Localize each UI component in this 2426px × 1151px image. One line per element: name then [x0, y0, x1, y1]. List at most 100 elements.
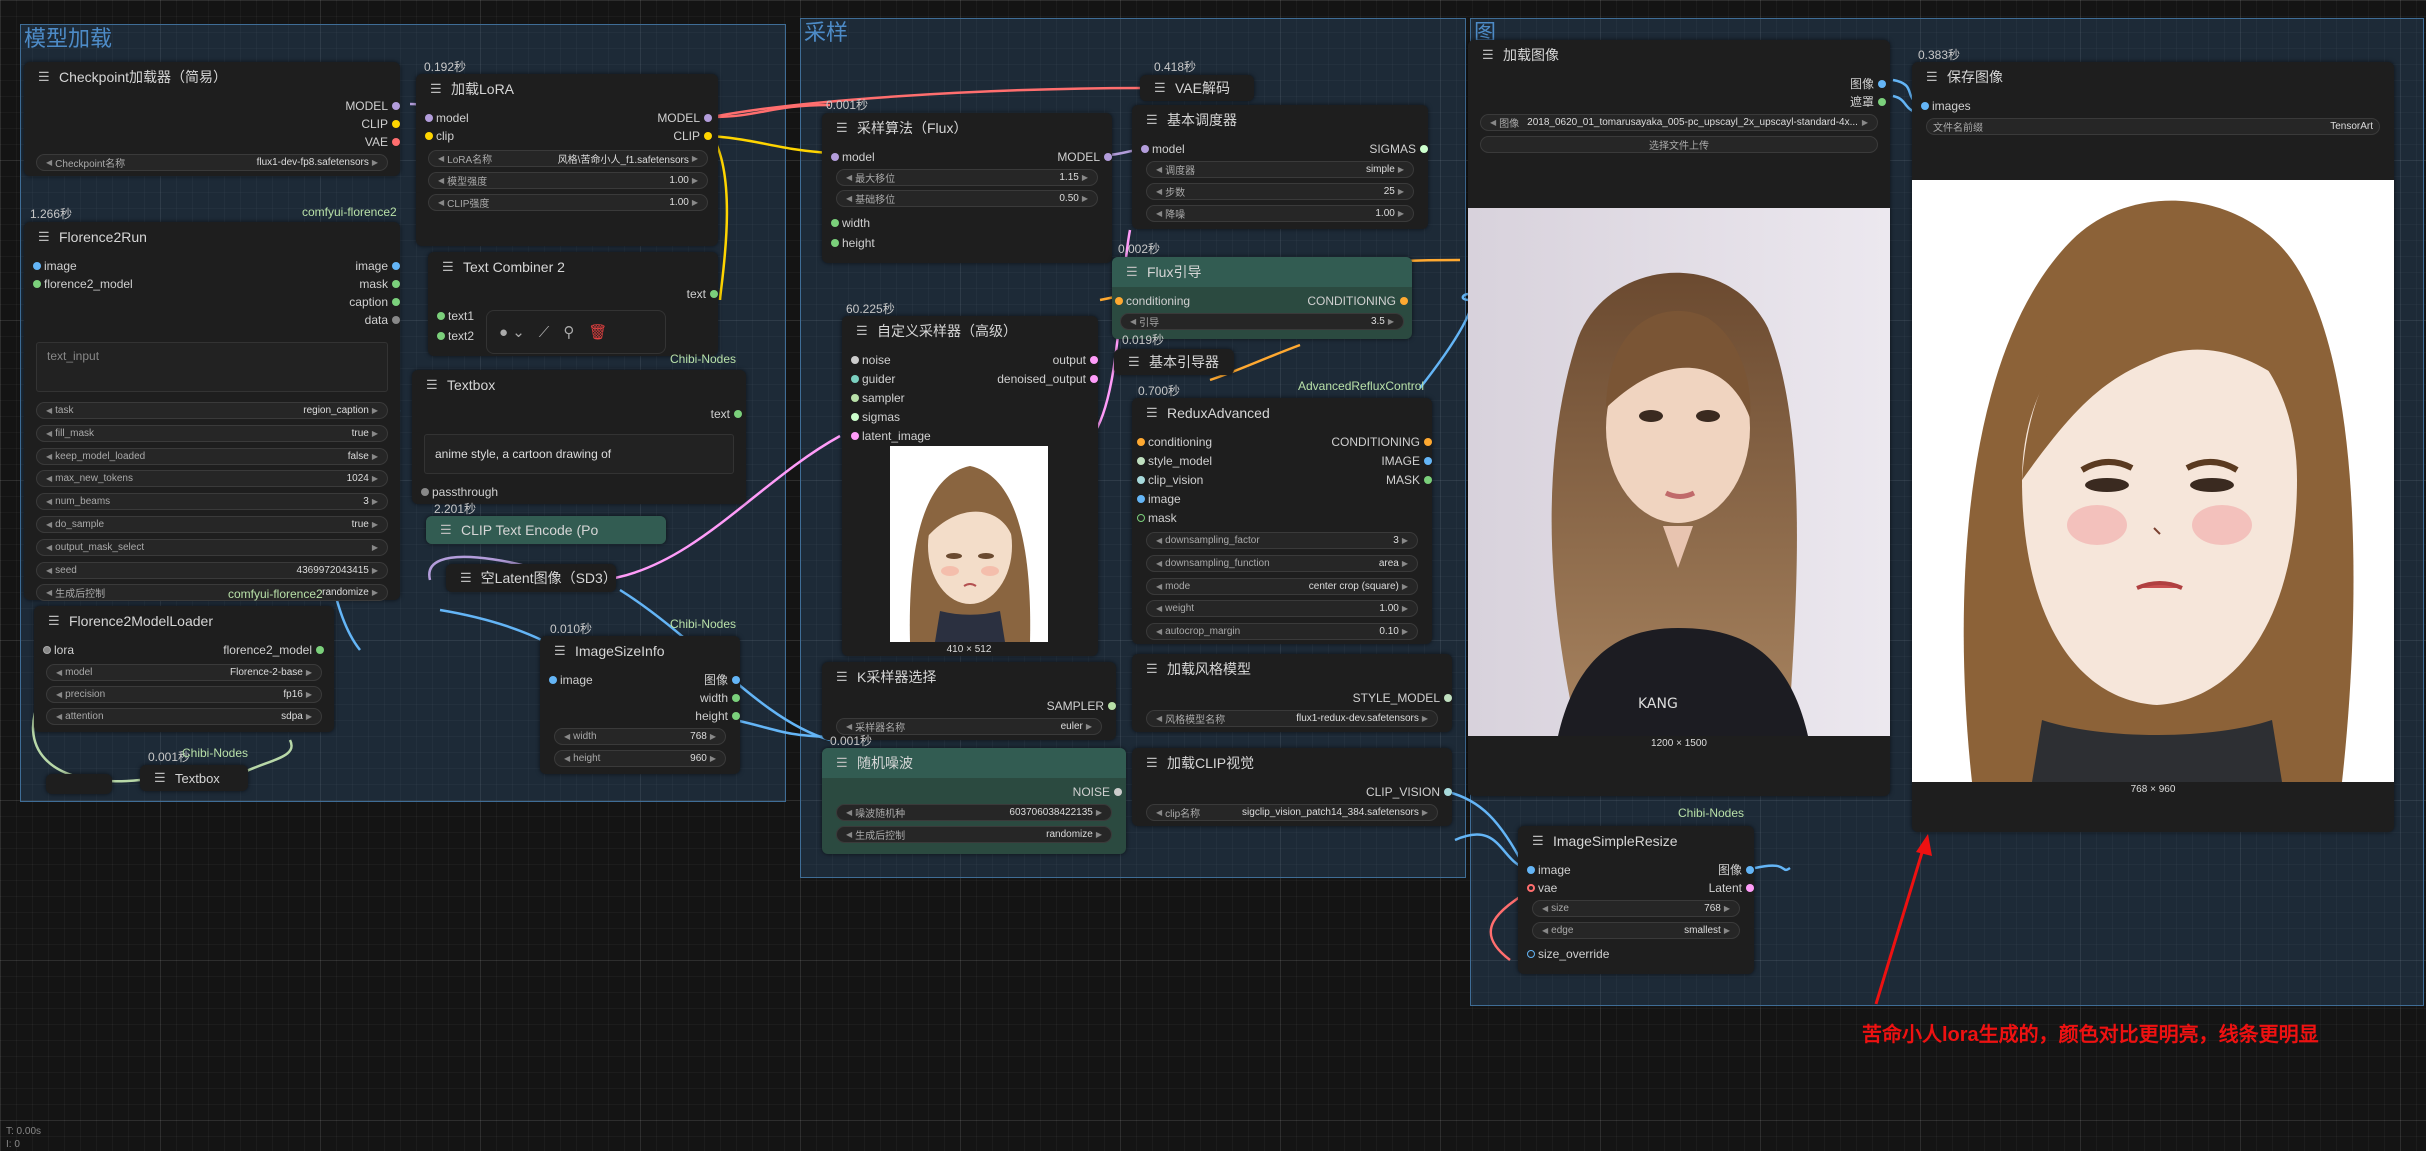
menu-icon[interactable]: ☰: [836, 120, 848, 136]
arrow-right-icon[interactable]: ▶: [1399, 627, 1411, 636]
input-sampler[interactable]: sampler: [851, 390, 905, 406]
slot-dot[interactable]: [1141, 145, 1149, 153]
menu-icon[interactable]: ☰: [460, 570, 472, 586]
slot-dot[interactable]: [1746, 884, 1754, 892]
text-input-area[interactable]: text_input: [36, 342, 388, 392]
arrow-left-icon[interactable]: ◀: [1153, 582, 1165, 591]
slot-dot[interactable]: [704, 132, 712, 140]
slot-dot[interactable]: [851, 413, 859, 421]
slot-dot[interactable]: [1424, 457, 1432, 465]
output-image[interactable]: 图像: [1850, 76, 1886, 92]
florence-widget-4[interactable]: ◀ num_beams 3 ▶: [36, 493, 388, 511]
node-ksampler-select[interactable]: ☰ K采样器选择 SAMPLER ◀ 采样器名称 euler ▶: [822, 662, 1116, 740]
sampler-name-widget[interactable]: ◀ 采样器名称 euler ▶: [836, 718, 1102, 735]
arrow-right-icon[interactable]: ▶: [1083, 722, 1095, 731]
arrow-right-icon[interactable]: ▶: [1721, 904, 1733, 913]
menu-icon[interactable]: ☰: [440, 522, 452, 538]
node-header[interactable]: ☰ 基本调度器: [1132, 105, 1428, 135]
arrow-right-icon[interactable]: ▶: [1079, 173, 1091, 182]
arrow-left-icon[interactable]: ◀: [43, 520, 55, 529]
arrow-left-icon[interactable]: ◀: [843, 830, 855, 839]
arrow-right-icon[interactable]: ▶: [1093, 808, 1105, 817]
arrow-right-icon[interactable]: ▶: [1859, 118, 1871, 127]
arrow-left-icon[interactable]: ◀: [1539, 904, 1551, 913]
input-image[interactable]: image: [33, 258, 77, 274]
arrow-left-icon[interactable]: ◀: [1153, 604, 1165, 613]
output-image[interactable]: 图像: [704, 672, 740, 688]
arrow-left-icon[interactable]: ◀: [843, 173, 855, 182]
arrow-left-icon[interactable]: ◀: [1153, 165, 1165, 174]
slot-dot[interactable]: [851, 375, 859, 383]
slot-dot[interactable]: [1114, 788, 1122, 796]
input-lora[interactable]: lora: [43, 642, 74, 658]
input-vae[interactable]: vae: [1527, 880, 1557, 896]
slot-dot[interactable]: [392, 262, 400, 270]
input-passthrough[interactable]: passthrough: [421, 484, 498, 500]
menu-icon[interactable]: ☰: [856, 323, 868, 339]
input-images[interactable]: images: [1921, 98, 1971, 114]
arrow-right-icon[interactable]: ▶: [1395, 165, 1407, 174]
arrow-left-icon[interactable]: ◀: [43, 566, 55, 575]
input-mask[interactable]: mask: [1137, 510, 1177, 526]
loader-widget-1[interactable]: ◀ precision fp16 ▶: [46, 686, 322, 703]
node-load-clip-vision[interactable]: ☰ 加载CLIP视觉 CLIP_VISION ◀ clip名称 sigclip_vis…: [1132, 748, 1452, 826]
arrow-left-icon[interactable]: ◀: [1153, 187, 1165, 196]
menu-icon[interactable]: ☰: [1154, 80, 1166, 96]
arrow-left-icon[interactable]: ◀: [53, 690, 65, 699]
arrow-left-icon[interactable]: ◀: [43, 158, 55, 167]
edge-widget[interactable]: ◀ edge smallest ▶: [1532, 922, 1740, 939]
arrow-left-icon[interactable]: ◀: [561, 754, 573, 763]
checkpoint-name-widget[interactable]: ◀ Checkpoint名称 flux1-dev-fp8.safetensors ▶: [36, 154, 388, 171]
upload-button[interactable]: 选择文件上传: [1480, 136, 1878, 153]
output-latent[interactable]: Latent: [1709, 880, 1754, 896]
slot-dot[interactable]: [1527, 950, 1535, 958]
node-header[interactable]: ☰ Text Combiner 2: [428, 252, 718, 282]
max-shift-widget[interactable]: ◀ 最大移位 1.15 ▶: [836, 169, 1098, 186]
menu-icon[interactable]: ☰: [836, 755, 848, 771]
pin-icon[interactable]: ⚲: [563, 323, 574, 341]
node-flux-guidance[interactable]: ☰ Flux引导 conditioning CONDITIONING ◀ 引导 3.5…: [1112, 257, 1412, 339]
menu-icon[interactable]: ☰: [836, 669, 848, 685]
bypass-icon[interactable]: ⟋: [539, 324, 550, 341]
node-header[interactable]: ☰ 加载LoRA: [416, 74, 718, 104]
output-width[interactable]: width: [700, 690, 740, 706]
slot-dot[interactable]: [1878, 80, 1886, 88]
slot-dot[interactable]: [1527, 884, 1535, 892]
node-image-simple-resize[interactable]: ☰ ImageSimpleResize image vae 图像 Latent ◀…: [1518, 826, 1754, 974]
slot-dot[interactable]: [1400, 297, 1408, 305]
output-sigmas[interactable]: SIGMAS: [1369, 141, 1428, 157]
slot-dot[interactable]: [1137, 438, 1145, 446]
menu-icon[interactable]: ☰: [1532, 833, 1544, 849]
arrow-right-icon[interactable]: ▶: [689, 198, 701, 207]
slot-dot[interactable]: [33, 280, 41, 288]
arrow-left-icon[interactable]: ◀: [435, 154, 447, 163]
output-vae[interactable]: VAE: [365, 134, 400, 150]
arrow-right-icon[interactable]: ▶: [1399, 559, 1411, 568]
output-clip-vision[interactable]: CLIP_VISION: [1366, 784, 1452, 800]
input-clip[interactable]: clip: [425, 128, 454, 144]
slot-dot[interactable]: [549, 676, 557, 684]
arrow-left-icon[interactable]: ◀: [43, 406, 55, 415]
arrow-right-icon[interactable]: ▶: [369, 158, 381, 167]
lora-name-widget[interactable]: ◀ LoRA名称 风格\苦命小人_f1.safetensors ▶: [428, 150, 708, 167]
arrow-right-icon[interactable]: ▶: [369, 520, 381, 529]
slot-dot[interactable]: [1137, 476, 1145, 484]
output-mask[interactable]: MASK: [1386, 472, 1432, 488]
loader-widget-0[interactable]: ◀ model Florence-2-base ▶: [46, 664, 322, 681]
arrow-left-icon[interactable]: ◀: [1153, 808, 1165, 817]
slot-dot[interactable]: [1878, 98, 1886, 106]
input-noise[interactable]: noise: [851, 352, 891, 368]
scheduler-widget-1[interactable]: ◀ 步数 25 ▶: [1146, 183, 1414, 200]
arrow-left-icon[interactable]: ◀: [435, 198, 447, 207]
florence-widget-8[interactable]: ◀ 生成后控制 randomize ▶: [36, 584, 388, 602]
width-widget[interactable]: ◀ width 768 ▶: [554, 728, 726, 745]
slot-dot[interactable]: [316, 646, 324, 654]
slot-dot[interactable]: [1420, 145, 1428, 153]
slot-dot[interactable]: [392, 316, 400, 324]
input-guider[interactable]: guider: [851, 371, 895, 387]
loader-widget-2[interactable]: ◀ attention sdpa ▶: [46, 708, 322, 725]
redux-widget-3[interactable]: ◀ weight 1.00 ▶: [1146, 600, 1418, 618]
slot-dot[interactable]: [732, 676, 740, 684]
node-header[interactable]: ☰ Textbox: [140, 765, 248, 791]
base-shift-widget[interactable]: ◀ 基础移位 0.50 ▶: [836, 190, 1098, 207]
